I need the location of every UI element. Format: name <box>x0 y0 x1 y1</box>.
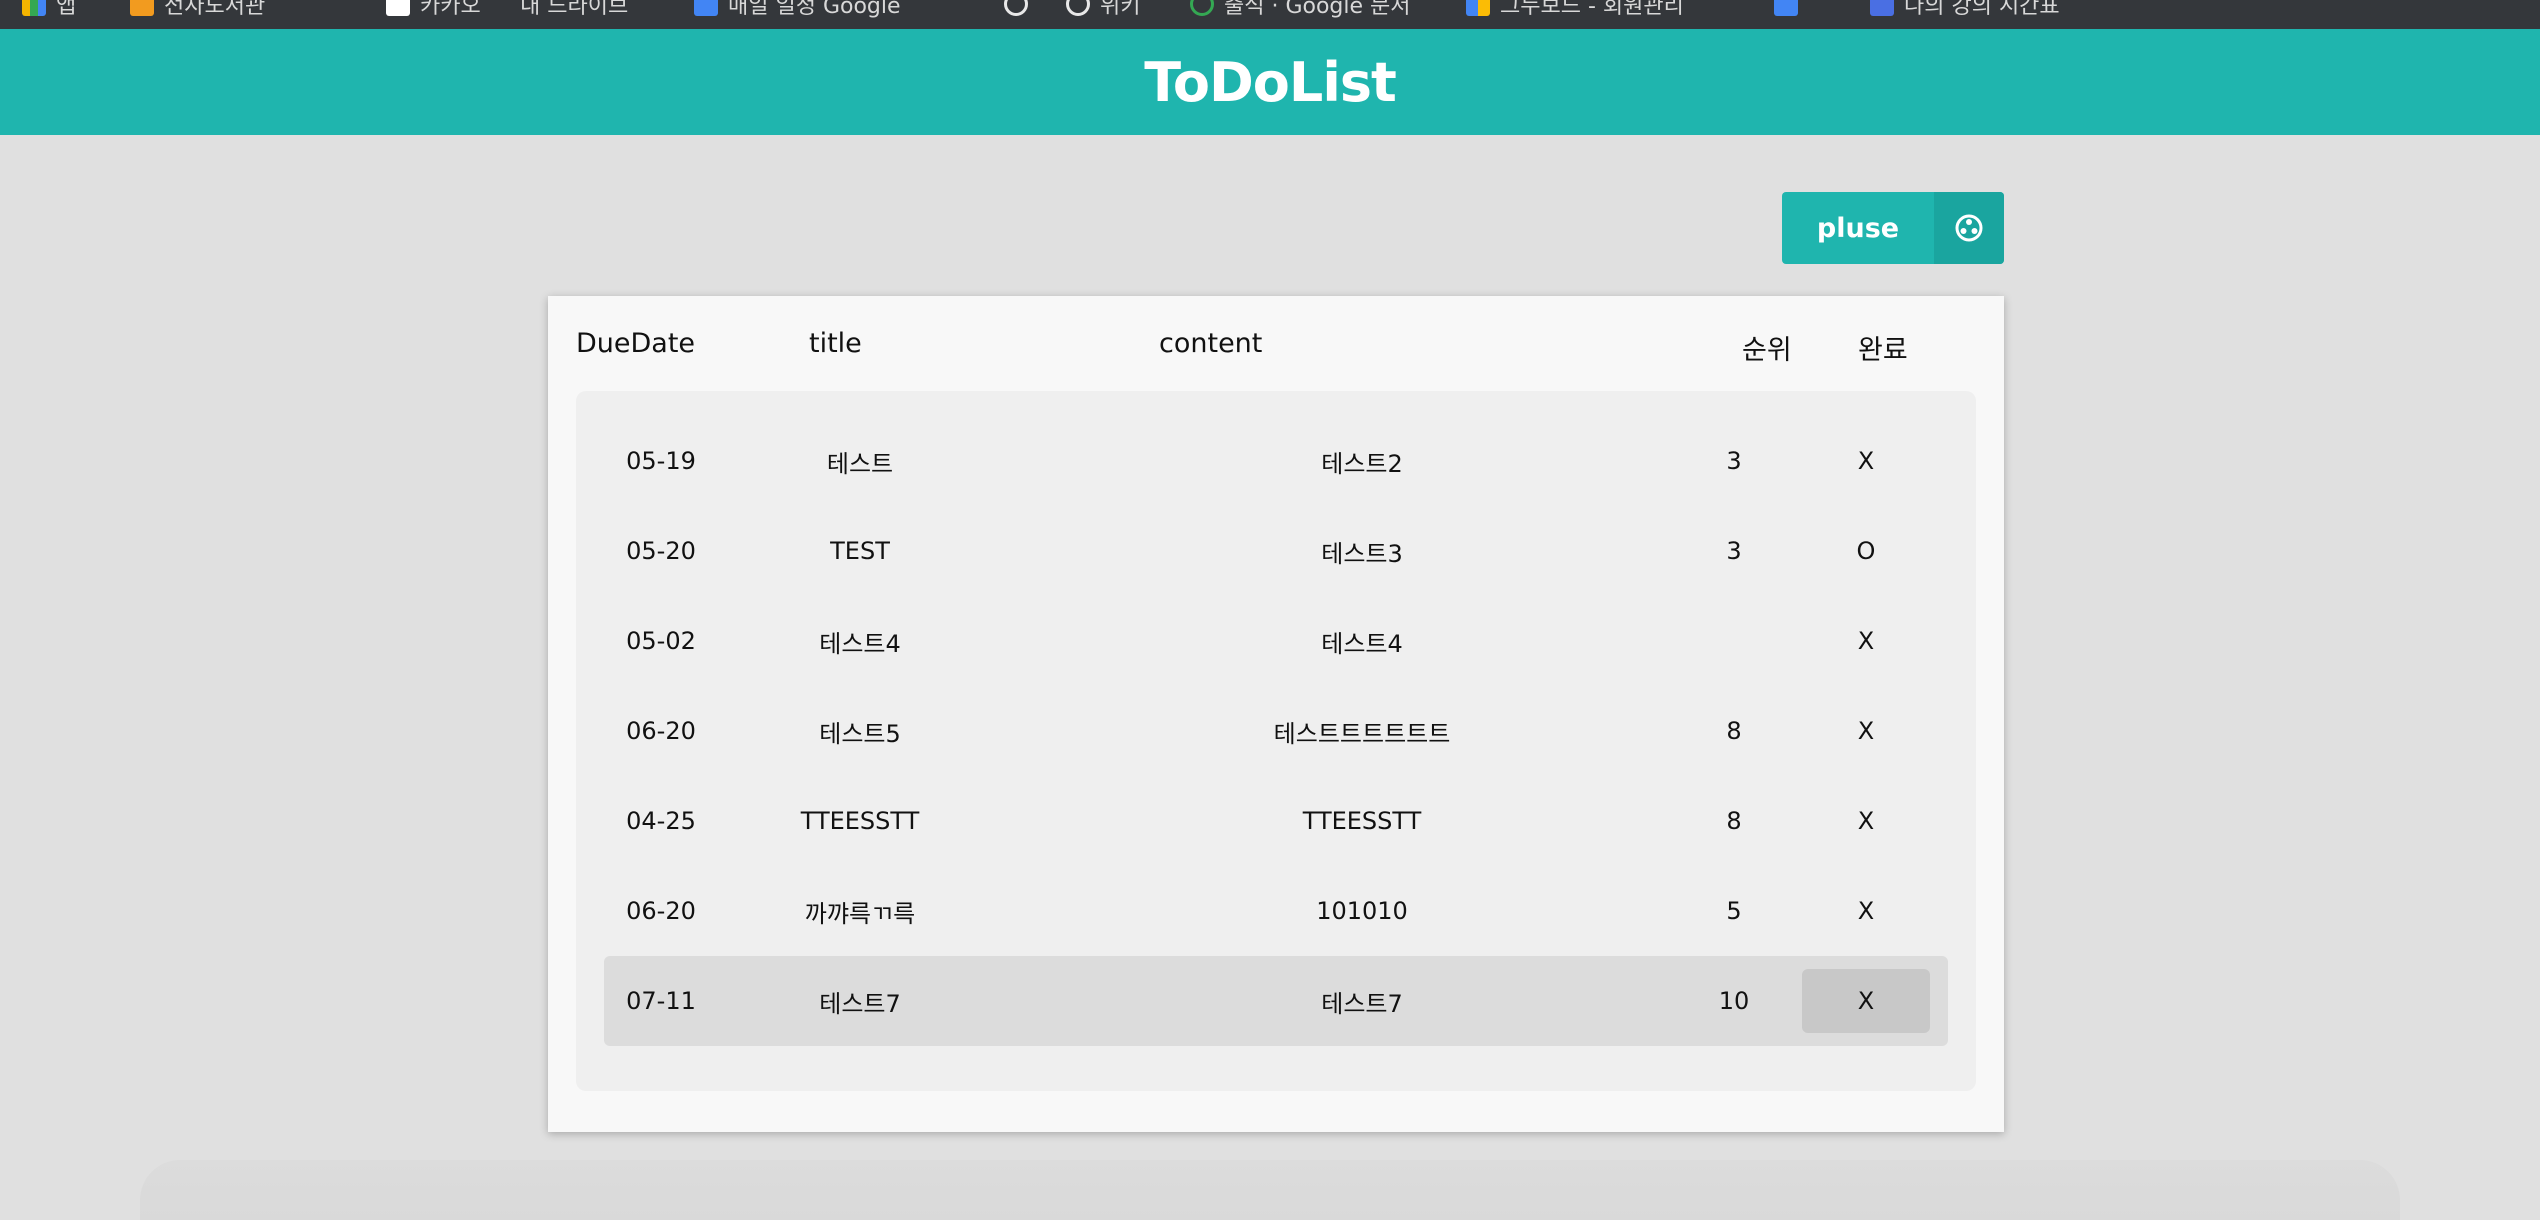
row-done-cell: X <box>1802 596 1930 686</box>
docs-icon <box>1190 0 1214 16</box>
board-icon <box>1466 0 1490 16</box>
globe-icon <box>1004 0 1028 16</box>
table-body: 05-19 테스트 테스트2 3 X 05-20 TEST 테스트3 3 O 0… <box>576 391 1976 1091</box>
row-done-cell: O <box>1802 506 1930 596</box>
column-header-title[interactable]: title <box>809 328 862 359</box>
app-header: ToDoList <box>0 29 2540 135</box>
table-row[interactable]: 05-02 테스트4 테스트4 X <box>604 596 1948 686</box>
bookmark-3[interactable]: 내 드라이브 <box>520 0 628 19</box>
row-title: 테스트5 <box>819 719 901 748</box>
row-content: 테스트4 <box>1321 629 1403 658</box>
done-toggle-button[interactable]: X <box>1802 969 1930 1033</box>
puzzle-icon <box>1870 0 1894 16</box>
row-content: 101010 <box>1316 897 1408 925</box>
row-content: 테스트3 <box>1321 539 1403 568</box>
row-title: 까꺄륵ㄲ륵 <box>804 899 916 928</box>
column-header-duedate[interactable]: DueDate <box>576 328 695 359</box>
row-content: 테스트2 <box>1321 449 1403 478</box>
bookmark-9[interactable] <box>1774 0 1798 18</box>
done-toggle-button[interactable]: X <box>1802 699 1930 763</box>
row-rank: 5 <box>1726 897 1742 925</box>
row-title: TEST <box>830 537 890 565</box>
row-title: 테스트4 <box>819 629 901 658</box>
bottom-panel-edge <box>140 1160 2400 1220</box>
bookmark-10[interactable]: 나의 강의 시간표 <box>1870 0 2060 19</box>
row-title: 테스트7 <box>819 989 901 1018</box>
row-date: 05-19 <box>626 447 696 475</box>
row-date: 06-20 <box>626 897 696 925</box>
plus-button[interactable]: pluse <box>1782 192 2004 264</box>
row-content: 테스트트트트트트 <box>1273 719 1451 748</box>
table-row[interactable]: 05-20 TEST 테스트3 3 O <box>604 506 1948 596</box>
column-header-done[interactable]: 완료 <box>1858 328 1908 367</box>
row-done-cell: X <box>1802 686 1930 776</box>
bookmark-apps[interactable]: 앱 <box>22 0 76 19</box>
plus-button-label: pluse <box>1816 212 1900 244</box>
row-rank: 8 <box>1726 807 1742 835</box>
bookmark-5[interactable] <box>1004 0 1028 18</box>
calendar-icon <box>694 0 718 16</box>
table-row[interactable]: 06-20 까꺄륵ㄲ륵 101010 5 X <box>604 866 1948 956</box>
apps-grid-icon <box>22 0 46 16</box>
table-row-selected[interactable]: 07-11 테스트7 테스트7 10 X <box>604 956 1948 1046</box>
row-date: 05-02 <box>626 627 696 655</box>
done-toggle-button[interactable]: X <box>1802 609 1930 673</box>
column-header-content[interactable]: content <box>1159 328 1262 359</box>
globe-icon <box>1066 0 1090 16</box>
bookmark-2[interactable]: 카카오 <box>386 0 481 19</box>
row-title: 테스트 <box>826 449 894 478</box>
bookmark-6[interactable]: 위키 <box>1066 0 1140 19</box>
bookmark-8[interactable]: 그누보드 - 회원관리 <box>1466 0 1684 19</box>
row-done-cell: X <box>1802 416 1930 506</box>
row-rank: 3 <box>1726 447 1742 475</box>
bookmark-4[interactable]: 매일 일정 Google <box>694 0 901 19</box>
table-row[interactable]: 04-25 TTEESSTT TTEESSTT 8 X <box>604 776 1948 866</box>
done-toggle-button[interactable]: X <box>1802 429 1930 493</box>
row-done-cell: X <box>1802 866 1930 956</box>
row-date: 04-25 <box>626 807 696 835</box>
docs-icon <box>1774 0 1798 16</box>
row-rank: 10 <box>1718 987 1750 1015</box>
gear-icon <box>1955 214 1983 242</box>
page-icon <box>386 0 410 16</box>
todo-table-card: DueDate title content 순위 완료 05-19 테스트 테스… <box>548 296 2004 1132</box>
row-done-cell: X <box>1802 956 1930 1046</box>
row-done-cell: X <box>1802 776 1930 866</box>
row-title: TTEESSTT <box>800 807 920 835</box>
row-date: 07-11 <box>626 987 696 1015</box>
row-rank: 3 <box>1726 537 1742 565</box>
column-header-rank[interactable]: 순위 <box>1742 328 1792 367</box>
row-content: 테스트7 <box>1321 989 1403 1018</box>
table-row[interactable]: 05-19 테스트 테스트2 3 X <box>604 416 1948 506</box>
plus-button-icon-box[interactable] <box>1934 192 2004 264</box>
bookmarks-bar: 앱 전자도서관 카카오 내 드라이브 매일 일정 Google 위키 출석 · … <box>0 0 2540 29</box>
table-row[interactable]: 06-20 테스트5 테스트트트트트트 8 X <box>604 686 1948 776</box>
bookmark-7[interactable]: 출석 · Google 문서 <box>1190 0 1411 19</box>
row-rank: 8 <box>1726 717 1742 745</box>
row-date: 05-20 <box>626 537 696 565</box>
row-content: TTEESSTT <box>1302 807 1422 835</box>
page-title: ToDoList <box>1144 50 1397 114</box>
done-toggle-button[interactable]: X <box>1802 879 1930 943</box>
done-toggle-button[interactable]: O <box>1802 519 1930 583</box>
book-icon <box>130 0 154 16</box>
table-header: DueDate title content 순위 완료 <box>548 296 2004 391</box>
bookmark-1[interactable]: 전자도서관 <box>130 0 265 19</box>
done-toggle-button[interactable]: X <box>1802 789 1930 853</box>
row-date: 06-20 <box>626 717 696 745</box>
row-rank <box>1704 596 1764 686</box>
